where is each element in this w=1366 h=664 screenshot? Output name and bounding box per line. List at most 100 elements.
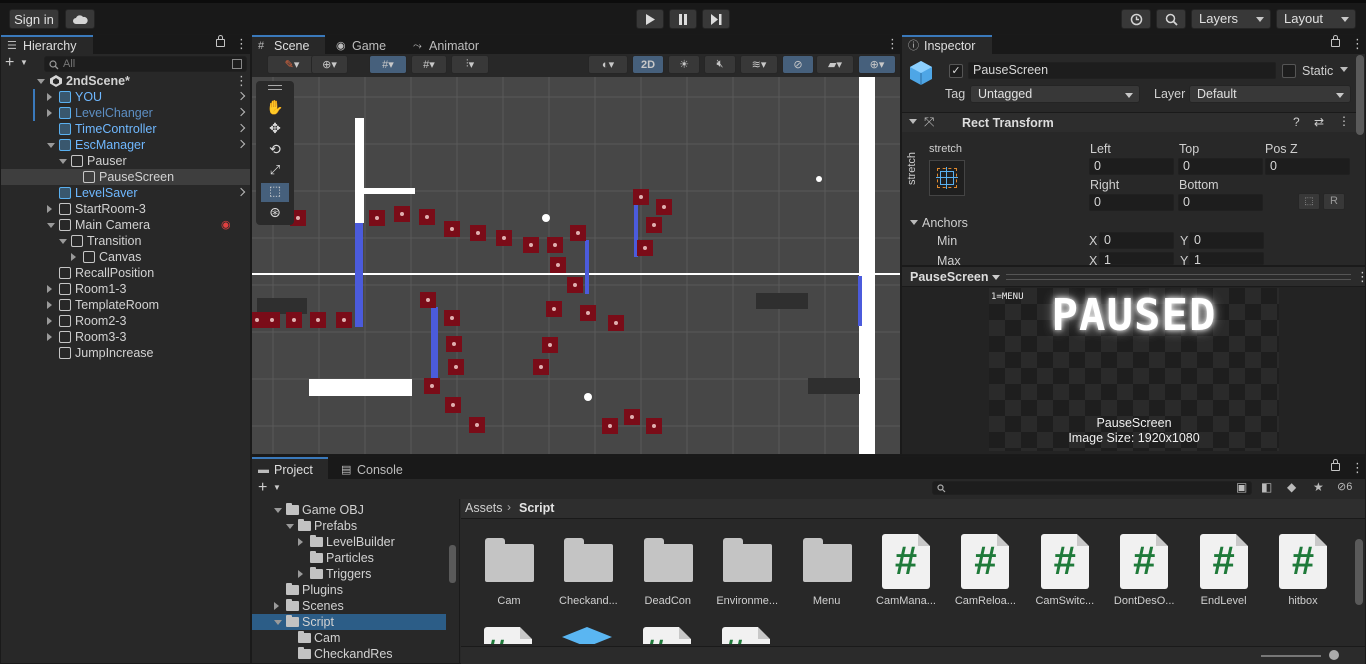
layers-dropdown[interactable]: Layers xyxy=(1191,9,1271,29)
folder-tree-item[interactable]: Script xyxy=(252,614,446,630)
preview-resize-handle[interactable] xyxy=(1006,274,1351,280)
asset-item[interactable]: # CamMana... xyxy=(869,528,943,610)
tab-inspector[interactable]: ⓘ Inspector xyxy=(902,35,992,54)
object-name-input[interactable]: PauseScreen xyxy=(968,62,1276,79)
assets-scrollbar[interactable] xyxy=(1355,539,1363,605)
scene-more-options-icon[interactable]: ⋮ xyxy=(886,37,899,50)
expanded-arrow-icon[interactable] xyxy=(274,508,282,513)
inspector-scrollbar[interactable] xyxy=(1356,55,1364,135)
favorite-icon[interactable]: ★ xyxy=(1313,480,1324,494)
rect-tool-icon[interactable]: ⬚ xyxy=(261,183,289,202)
hierarchy-item[interactable]: PauseScreen xyxy=(1,169,250,185)
audio-toggle[interactable]: 🔇︎ xyxy=(704,55,736,74)
hierarchy-item[interactable]: Canvas xyxy=(1,249,250,265)
folder-tree-item[interactable]: Triggers xyxy=(252,566,446,582)
left-input[interactable]: 0 xyxy=(1089,158,1174,175)
folder-tree-item[interactable]: CheckandRes xyxy=(252,646,446,662)
hierarchy-item[interactable]: StartRoom-3 xyxy=(1,201,250,217)
collapse-arrow-icon[interactable] xyxy=(909,119,917,124)
collapsed-arrow-icon[interactable] xyxy=(47,205,52,213)
component-menu-icon[interactable]: ⋮ xyxy=(1338,114,1350,128)
collapsed-arrow-icon[interactable] xyxy=(274,602,279,610)
tab-game[interactable]: ◉ Game xyxy=(330,35,400,54)
effects-toggle[interactable]: ≋ ▾ xyxy=(740,55,778,74)
static-dropdown-icon[interactable] xyxy=(1340,67,1348,72)
asset-item[interactable]: # EndLevel xyxy=(1187,528,1261,610)
blueprint-mode-button[interactable]: ⬚ xyxy=(1298,193,1320,210)
global-toggle[interactable]: ⊕ ▾ xyxy=(311,55,348,74)
tab-scene[interactable]: # Scene xyxy=(252,35,325,54)
play-button[interactable] xyxy=(636,9,664,29)
hierarchy-item[interactable]: LevelChanger xyxy=(1,105,250,121)
collapsed-arrow-icon[interactable] xyxy=(47,285,52,293)
expanded-arrow-icon[interactable] xyxy=(274,620,282,625)
hierarchy-item[interactable]: TimeController xyxy=(1,121,250,137)
project-more-icon[interactable]: ⋮ xyxy=(1351,461,1364,474)
rect-transform-header[interactable]: ⤧ Rect Transform ? ⇄ ⋮ xyxy=(902,112,1357,132)
lighting-toggle[interactable]: ☀ xyxy=(668,55,700,74)
create-asset-button[interactable]: + ▼ xyxy=(258,480,288,498)
hierarchy-item[interactable]: LevelSaver xyxy=(1,185,250,201)
expanded-arrow-icon[interactable] xyxy=(47,143,55,148)
scene-viewport[interactable]: ✋ ✥ ⟲ ⤢ ⬚ ⊛ xyxy=(252,77,900,454)
lock-icon[interactable] xyxy=(216,35,225,47)
anchors-arrow-icon[interactable] xyxy=(910,220,918,225)
camera-settings-button[interactable]: ▰ ▾ xyxy=(816,55,854,74)
hierarchy-item[interactable]: Room1-3 xyxy=(1,281,250,297)
chevron-right-icon[interactable] xyxy=(236,91,246,101)
scene-menu-icon[interactable]: ⋮ xyxy=(235,73,248,89)
rotate-tool-icon[interactable]: ⟲ xyxy=(261,141,289,160)
active-checkbox[interactable]: ✓ xyxy=(949,64,963,78)
collapsed-arrow-icon[interactable] xyxy=(47,333,52,341)
folder-tree-item[interactable]: Game OBJ xyxy=(252,502,446,518)
hand-tool-icon[interactable]: ✋ xyxy=(261,99,289,118)
collapsed-arrow-icon[interactable] xyxy=(47,109,52,117)
collapsed-arrow-icon[interactable] xyxy=(47,317,52,325)
inspector-lock-icon[interactable] xyxy=(1331,35,1340,47)
2d-mode-toggle[interactable]: 2D xyxy=(632,55,664,74)
asset-partial-script[interactable]: # xyxy=(643,627,691,644)
collapsed-arrow-icon[interactable] xyxy=(71,253,76,261)
max-y-input[interactable]: 1 xyxy=(1189,252,1264,265)
cloud-button[interactable] xyxy=(65,9,95,29)
preview-dropdown-icon[interactable] xyxy=(992,275,1000,280)
grid-snap-toggle[interactable]: # ▾ xyxy=(369,55,407,74)
chevron-right-icon[interactable] xyxy=(236,139,246,149)
expanded-arrow-icon[interactable] xyxy=(47,223,55,228)
pause-button[interactable] xyxy=(669,9,697,29)
scene-root[interactable]: 2ndScene* ⋮ xyxy=(1,73,250,89)
hierarchy-item[interactable]: Main Camera ◉ xyxy=(1,217,250,233)
asset-item[interactable]: # hitbox xyxy=(1266,528,1340,610)
anchor-presets-button[interactable] xyxy=(929,160,965,196)
shading-mode-button[interactable]: ◐ ▾ xyxy=(588,55,628,74)
hierarchy-item[interactable]: Room3-3 xyxy=(1,329,250,345)
asset-item[interactable]: # CamReloa... xyxy=(948,528,1022,610)
asset-item[interactable]: Checkand... xyxy=(551,528,625,610)
asset-item[interactable]: DeadCon xyxy=(631,528,705,610)
presets-icon[interactable]: ⇄ xyxy=(1314,115,1324,129)
collapsed-arrow-icon[interactable] xyxy=(298,570,303,578)
filter-by-type-icon[interactable]: ◧ xyxy=(1261,480,1272,494)
folder-tree-item[interactable]: LevelBuilder xyxy=(252,534,446,550)
hierarchy-item[interactable]: YOU xyxy=(1,89,250,105)
transform-tool-icon[interactable]: ⊛ xyxy=(261,204,289,223)
posz-input[interactable]: 0 xyxy=(1265,158,1350,175)
add-object-button[interactable]: + ▼ xyxy=(5,55,35,73)
collapsed-arrow-icon[interactable] xyxy=(47,301,52,309)
static-checkbox[interactable] xyxy=(1282,64,1296,78)
right-input[interactable]: 0 xyxy=(1089,194,1174,211)
expanded-arrow-icon[interactable] xyxy=(286,524,294,529)
hierarchy-item[interactable]: Room2-3 xyxy=(1,313,250,329)
project-lock-icon[interactable] xyxy=(1331,459,1340,471)
max-x-input[interactable]: 1 xyxy=(1099,252,1174,265)
step-button[interactable] xyxy=(702,9,730,29)
hidden-packages-icon[interactable]: ⊘6 xyxy=(1337,480,1352,493)
folder-tree-item[interactable]: Particles xyxy=(252,550,446,566)
history-button[interactable] xyxy=(1121,9,1151,29)
tag-dropdown[interactable]: Untagged xyxy=(970,85,1140,103)
inspector-more-icon[interactable]: ⋮ xyxy=(1351,37,1364,50)
folder-tree-item[interactable]: Plugins xyxy=(252,582,446,598)
collapsed-arrow-icon[interactable] xyxy=(47,93,52,101)
layout-dropdown[interactable]: Layout xyxy=(1276,9,1356,29)
palette-drag-handle[interactable] xyxy=(268,85,282,90)
